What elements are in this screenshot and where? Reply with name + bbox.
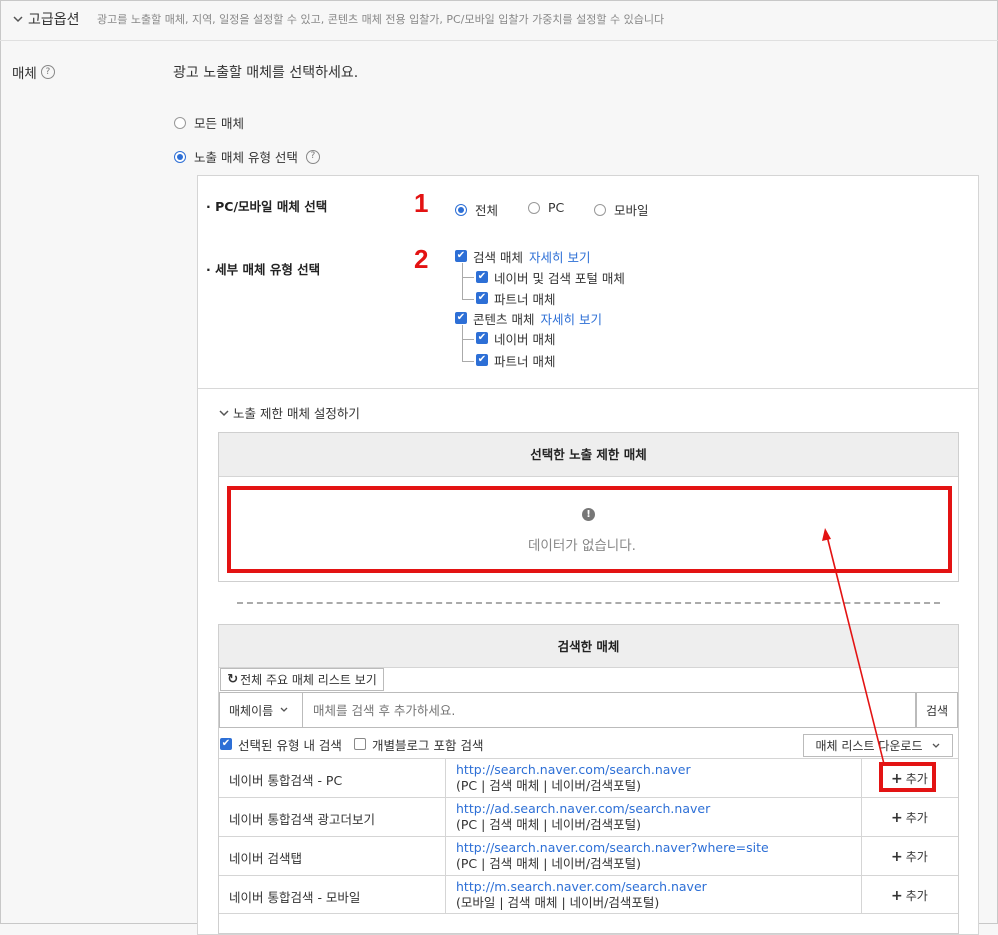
annotation-arrow-icon (822, 528, 885, 765)
